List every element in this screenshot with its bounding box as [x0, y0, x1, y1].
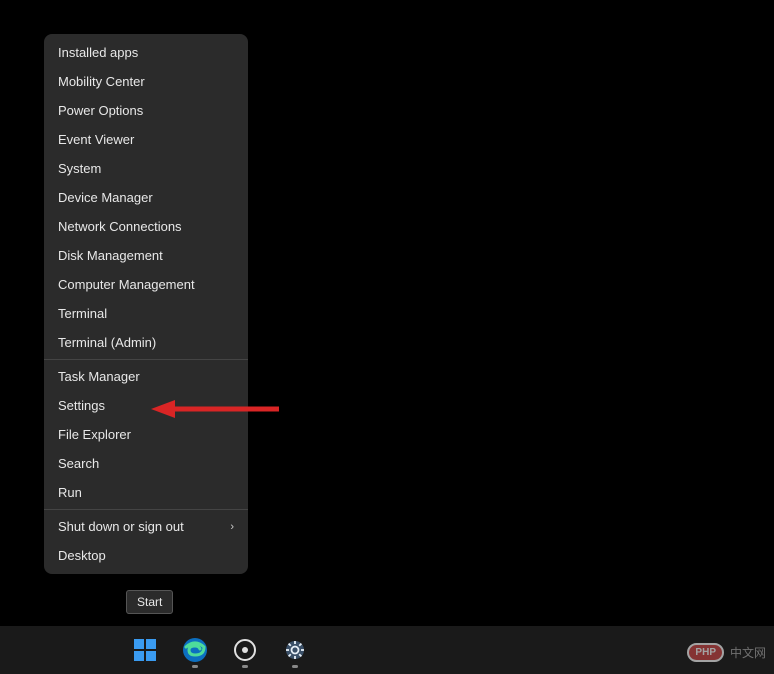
menu-label: Shut down or sign out [58, 519, 184, 534]
menu-label: Settings [58, 398, 105, 413]
menu-item-mobility-center[interactable]: Mobility Center [44, 67, 248, 96]
menu-item-device-manager[interactable]: Device Manager [44, 183, 248, 212]
menu-label: Power Options [58, 103, 143, 118]
menu-item-computer-management[interactable]: Computer Management [44, 270, 248, 299]
menu-item-file-explorer[interactable]: File Explorer [44, 420, 248, 449]
menu-separator [44, 509, 248, 510]
edge-browser-icon [182, 637, 208, 663]
menu-label: Installed apps [58, 45, 138, 60]
settings-gear-icon [283, 638, 307, 662]
menu-item-terminal[interactable]: Terminal [44, 299, 248, 328]
tooltip-text: Start [137, 595, 162, 609]
active-indicator [292, 665, 298, 668]
menu-label: Search [58, 456, 99, 471]
taskbar-app-1[interactable] [225, 630, 265, 670]
menu-label: Device Manager [58, 190, 153, 205]
menu-label: Computer Management [58, 277, 195, 292]
menu-item-terminal-admin[interactable]: Terminal (Admin) [44, 328, 248, 357]
menu-label: Run [58, 485, 82, 500]
menu-label: Network Connections [58, 219, 182, 234]
menu-label: Disk Management [58, 248, 163, 263]
menu-label: Terminal (Admin) [58, 335, 156, 350]
menu-item-settings[interactable]: Settings [44, 391, 248, 420]
menu-label: Desktop [58, 548, 106, 563]
start-button[interactable] [125, 630, 165, 670]
taskbar-app-edge[interactable] [175, 630, 215, 670]
menu-label: Task Manager [58, 369, 140, 384]
menu-item-installed-apps[interactable]: Installed apps [44, 38, 248, 67]
menu-item-task-manager[interactable]: Task Manager [44, 362, 248, 391]
watermark-badge: PHP [687, 643, 724, 662]
taskbar [0, 626, 774, 674]
menu-label: File Explorer [58, 427, 131, 442]
menu-label: Mobility Center [58, 74, 145, 89]
active-indicator [192, 665, 198, 668]
menu-label: Event Viewer [58, 132, 134, 147]
winx-context-menu: Installed apps Mobility Center Power Opt… [44, 34, 248, 574]
menu-item-search[interactable]: Search [44, 449, 248, 478]
menu-label: System [58, 161, 101, 176]
taskbar-app-settings[interactable] [275, 630, 315, 670]
app-icon [233, 638, 257, 662]
menu-separator [44, 359, 248, 360]
menu-item-network-connections[interactable]: Network Connections [44, 212, 248, 241]
menu-item-run[interactable]: Run [44, 478, 248, 507]
taskbar-icon-group [125, 630, 315, 670]
menu-item-desktop[interactable]: Desktop [44, 541, 248, 570]
menu-item-power-options[interactable]: Power Options [44, 96, 248, 125]
start-tooltip: Start [126, 590, 173, 614]
windows-logo-icon [133, 638, 157, 662]
menu-item-system[interactable]: System [44, 154, 248, 183]
menu-label: Terminal [58, 306, 107, 321]
watermark: PHP 中文网 [687, 643, 766, 662]
menu-item-shutdown[interactable]: Shut down or sign out › [44, 512, 248, 541]
chevron-right-icon: › [230, 521, 234, 533]
menu-item-event-viewer[interactable]: Event Viewer [44, 125, 248, 154]
watermark-text: 中文网 [730, 644, 766, 661]
active-indicator [242, 665, 248, 668]
menu-item-disk-management[interactable]: Disk Management [44, 241, 248, 270]
